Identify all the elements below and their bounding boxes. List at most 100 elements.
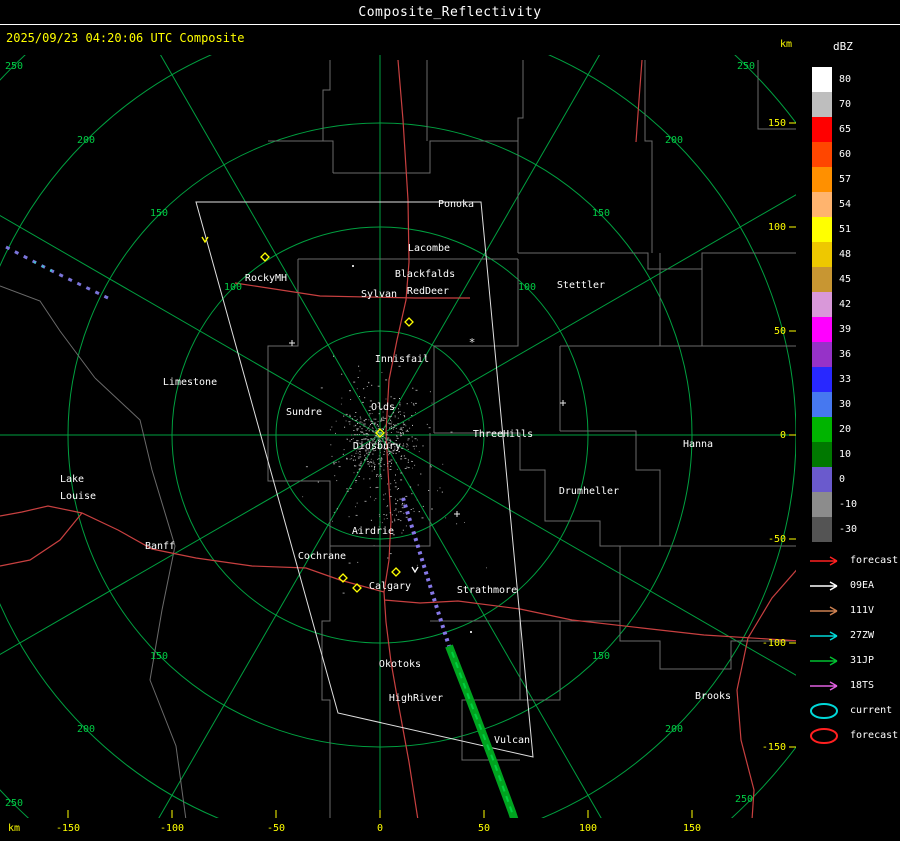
highway-line — [0, 512, 83, 567]
radar-echo — [392, 427, 395, 428]
dbz-color-swatch — [812, 142, 832, 167]
radar-echo — [395, 509, 397, 511]
radar-echo — [361, 422, 363, 424]
radar-echo — [359, 396, 360, 397]
radar-echo — [381, 418, 383, 419]
radar-echo — [345, 420, 347, 422]
radar-echo — [393, 510, 395, 511]
dbz-scale-row: 70 — [805, 92, 900, 117]
radar-echo — [401, 432, 404, 434]
radar-echo — [388, 461, 391, 463]
radar-echo — [368, 427, 370, 429]
radar-echo — [370, 458, 372, 460]
storm-track — [5, 245, 109, 300]
radar-echo — [376, 486, 379, 488]
radar-echo — [341, 373, 343, 375]
radar-echo — [383, 498, 385, 500]
radar-echo — [333, 511, 335, 513]
radial-line — [0, 215, 381, 436]
radar-echo — [385, 398, 387, 400]
radar-echo — [345, 413, 348, 415]
city-label: RedDeer — [407, 286, 449, 297]
radar-echo — [380, 458, 383, 460]
radar-echo — [413, 448, 415, 450]
radar-echo — [367, 452, 369, 454]
radial-line — [379, 434, 796, 676]
dbz-scale-value: 33 — [839, 374, 852, 385]
legend-label: 31JP — [850, 655, 875, 666]
radar-echo — [350, 458, 352, 460]
radar-echo — [406, 443, 408, 445]
radar-echo — [354, 420, 357, 421]
radar-echo — [372, 438, 374, 440]
radar-echo — [352, 438, 354, 440]
radar-viewer-window: Composite_Reflectivity 2025/09/23 04:20:… — [0, 0, 900, 841]
radar-echo — [386, 432, 388, 433]
radar-echo — [431, 402, 433, 404]
city-label: Louise — [60, 491, 96, 502]
radar-echo — [416, 499, 418, 501]
city-label: Lacombe — [408, 243, 450, 254]
radar-echo — [353, 434, 356, 436]
y-axis-label: -150 — [762, 742, 786, 753]
radar-echo — [428, 490, 430, 491]
radar-echo — [389, 496, 392, 497]
dbz-scale-value: 70 — [839, 99, 852, 110]
radar-echo — [379, 432, 382, 434]
radar-echo — [360, 418, 362, 420]
legend-label: 18TS — [850, 680, 875, 691]
radar-echo — [394, 425, 396, 427]
radar-echo — [360, 461, 362, 463]
radar-echo — [415, 445, 417, 447]
radar-echo — [369, 478, 371, 480]
radar-echo — [394, 518, 396, 520]
radar-echo — [366, 436, 368, 437]
radar-echo — [367, 463, 370, 465]
y-axis-label: -100 — [762, 638, 786, 649]
legend-item: 31JP — [805, 648, 900, 673]
dbz-colorbar: 80 70 65 60 57 54 51 48 45 42 39 36 33 30 20 10 0 -10 -30 — [805, 67, 900, 542]
radar-echo — [338, 466, 341, 468]
radar-echo — [402, 433, 404, 435]
radar-echo — [437, 490, 438, 492]
radar-echo — [354, 459, 356, 461]
city-label: Stettler — [557, 280, 605, 291]
radar-echo — [400, 458, 403, 460]
radar-echo — [386, 433, 388, 435]
radar-echo — [407, 431, 409, 432]
radar-echo — [375, 498, 377, 500]
radar-echo — [350, 399, 352, 400]
city-label: RockyMH — [245, 273, 287, 284]
radar-echo — [396, 435, 398, 437]
radar-echo — [372, 460, 374, 462]
radar-echo — [370, 438, 372, 440]
radar-echo — [387, 451, 389, 453]
radar-echo — [382, 416, 384, 418]
radar-echo — [357, 561, 359, 563]
point-marker-icon — [289, 340, 295, 346]
city-label: Hanna — [683, 439, 713, 450]
radar-echo — [356, 429, 358, 431]
radar-echo — [370, 496, 371, 498]
radar-echo — [385, 514, 387, 516]
city-label: Strathmore — [457, 585, 517, 596]
radar-echo — [374, 422, 377, 424]
radar-echo — [338, 461, 340, 463]
radar-echo — [383, 464, 385, 466]
city-label: Airdrie — [352, 526, 394, 537]
radar-echo — [378, 514, 380, 516]
radar-echo — [364, 423, 366, 425]
radar-echo — [411, 493, 413, 495]
radar-echo — [403, 512, 405, 514]
radar-echo — [414, 438, 417, 440]
radar-echo — [399, 398, 400, 399]
radar-echo — [439, 487, 441, 489]
x-axis-label: 100 — [579, 823, 597, 834]
radar-echo — [369, 461, 371, 463]
radar-echo — [405, 495, 408, 497]
radar-echo — [352, 459, 354, 461]
radar-echo — [407, 445, 409, 447]
radar-echo — [320, 387, 323, 389]
radar-echo — [386, 434, 388, 436]
radar-echo — [378, 475, 380, 477]
